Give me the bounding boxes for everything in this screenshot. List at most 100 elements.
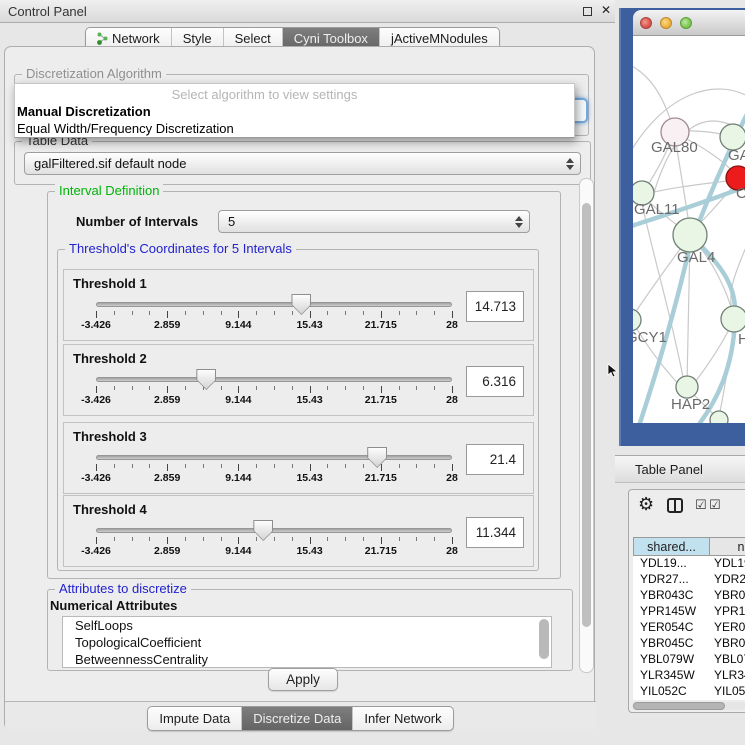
numerical-attributes-list[interactable]: SelfLoopsTopologicalCoefficientBetweenne… [62,616,552,668]
table-row[interactable]: YBR043CYBR043C [633,588,745,604]
checkbox-icon[interactable]: ☑ [709,497,721,513]
table-row[interactable]: YDL19...YDL19... [633,556,745,572]
attributes-group: Attributes to discretize Numerical Attri… [47,589,573,671]
table-horizontal-scrollbar[interactable] [632,702,745,710]
network-node[interactable] [710,411,728,423]
threshold-value-field[interactable]: 11.344 [466,517,524,548]
slider-tick-label: 28 [446,472,458,484]
slider-tick [238,537,239,544]
slider-tick-label: 15.43 [296,394,322,406]
tab-label: Discretize Data [253,711,341,726]
network-window-titlebar[interactable] [633,10,745,36]
slider-tick-label: 2.859 [154,394,180,406]
panel-scrollbar-thumb[interactable] [582,203,591,627]
table-data-value: galFiltered.sif default node [34,156,186,171]
tab-discretize-data[interactable]: Discretize Data [241,707,352,730]
slider-tick [399,537,400,541]
threshold-slider-handle[interactable] [196,369,216,390]
slider-tick [114,311,115,315]
slider-tick [167,464,168,471]
network-node-gal4[interactable] [673,218,707,252]
network-node-hap2[interactable] [676,376,698,398]
threshold-panel-4: Threshold 4-3.4262.8599.14415.4321.71528… [63,495,534,567]
column-header-shared-name[interactable]: shared... [633,537,710,556]
network-node-label: GA [728,147,745,164]
column-layout-icon[interactable] [667,498,683,513]
table-hscroll-thumb[interactable] [633,702,725,710]
threshold-slider-handle[interactable] [367,447,387,468]
slider-tick [274,386,275,390]
slider-tick [416,311,417,315]
network-node-label: C [736,185,745,202]
apply-button[interactable]: Apply [268,668,338,691]
table-body: YDL19...YDL19...YDR27...YDR27...YBR043CY… [633,556,745,700]
slider-tick-label: 28 [446,394,458,406]
network-node-gcy1[interactable] [633,309,641,331]
table-row[interactable]: YBL079WYBL079W [633,652,745,668]
threshold-value-field[interactable]: 21.4 [466,444,524,475]
cell-shared-name: YPR145W [633,604,710,620]
slider-tick-label: 21.715 [365,319,397,331]
slider-tick [452,537,453,544]
float-window-icon[interactable] [583,7,592,16]
tab-impute-data[interactable]: Impute Data [148,707,241,730]
cell-name: YPR145W [710,604,745,620]
panel-scrollbar[interactable] [579,178,594,673]
zoom-traffic-light-icon[interactable] [680,17,692,29]
threshold-slider-handle[interactable] [291,294,311,315]
table-row[interactable]: YDR27...YDR27... [633,572,745,588]
network-canvas[interactable]: GAL80GACGAL11GAL4GCY1HHAP2 [633,36,745,423]
table-data-group: Table Data galFiltered.sif default node [14,141,591,185]
attributes-scrollbar[interactable] [539,619,549,659]
slider-track[interactable] [96,302,452,307]
table-row[interactable]: YER054CYER054C [633,620,745,636]
slider-tick [96,537,97,544]
slider-tick [274,464,275,468]
table-panel-card: ⚙ ☑ ☑ shared... na YDL19...YDL19...YDR27… [628,489,745,713]
slider-tick [149,537,150,541]
tab-infer-network[interactable]: Infer Network [352,707,452,730]
slider-track[interactable] [96,377,452,382]
table-data-combobox[interactable]: galFiltered.sif default node [24,152,581,175]
table-panel-title: Table Panel [635,462,703,477]
table-panel-titlebar: Table Panel [615,455,745,483]
table-row[interactable]: YBR045CYBR045C [633,636,745,652]
table-row[interactable]: YIL052CYIL052C [633,684,745,700]
threshold-value-field[interactable]: 14.713 [466,291,524,322]
slider-tick [203,311,204,315]
popup-item-equal-width[interactable]: Equal Width/Frequency Discretization [17,121,234,136]
table-header: shared... na [633,537,745,556]
slider-tick [310,311,311,318]
attribute-list-item[interactable]: TopologicalCoefficient [63,634,551,651]
cell-name: YIL052C [710,684,745,700]
threshold-value-field[interactable]: 6.316 [466,366,524,397]
network-node-h[interactable] [721,306,745,332]
column-header-name[interactable]: na [710,537,745,556]
number-of-intervals-combobox[interactable]: 5 [218,210,530,233]
minimize-traffic-light-icon[interactable] [660,17,672,29]
slider-track[interactable] [96,528,452,533]
threshold-label: Threshold 1 [73,276,147,291]
slider-tick [96,386,97,393]
table-row[interactable]: YPR145WYPR145W [633,604,745,620]
slider-track[interactable] [96,455,452,460]
close-icon[interactable]: ✕ [601,3,611,17]
slider-tick [185,311,186,315]
slider-tick [345,537,346,541]
attribute-list-item[interactable]: BetweennessCentrality [63,651,551,668]
slider-tick-label: 15.43 [296,545,322,557]
slider-tick [416,386,417,390]
table-row[interactable]: YLR345WYLR345W [633,668,745,684]
slider-tick [292,386,293,390]
attribute-list-item[interactable]: SelfLoops [63,617,551,634]
slider-tick [363,464,364,468]
popup-item-manual-discretization[interactable]: Manual Discretization [17,104,151,119]
cell-name: YBL079W [710,652,745,668]
slider-tick-label: 2.859 [154,545,180,557]
threshold-panel-2: Threshold 2-3.4262.8599.14415.4321.71528… [63,344,534,416]
checkbox-icon[interactable]: ☑ [695,497,707,513]
gear-icon[interactable]: ⚙ [638,494,654,515]
close-traffic-light-icon[interactable] [640,17,652,29]
threshold-panel-3: Threshold 3-3.4262.8599.14415.4321.71528… [63,422,534,494]
cell-name: YLR345W [710,668,745,684]
